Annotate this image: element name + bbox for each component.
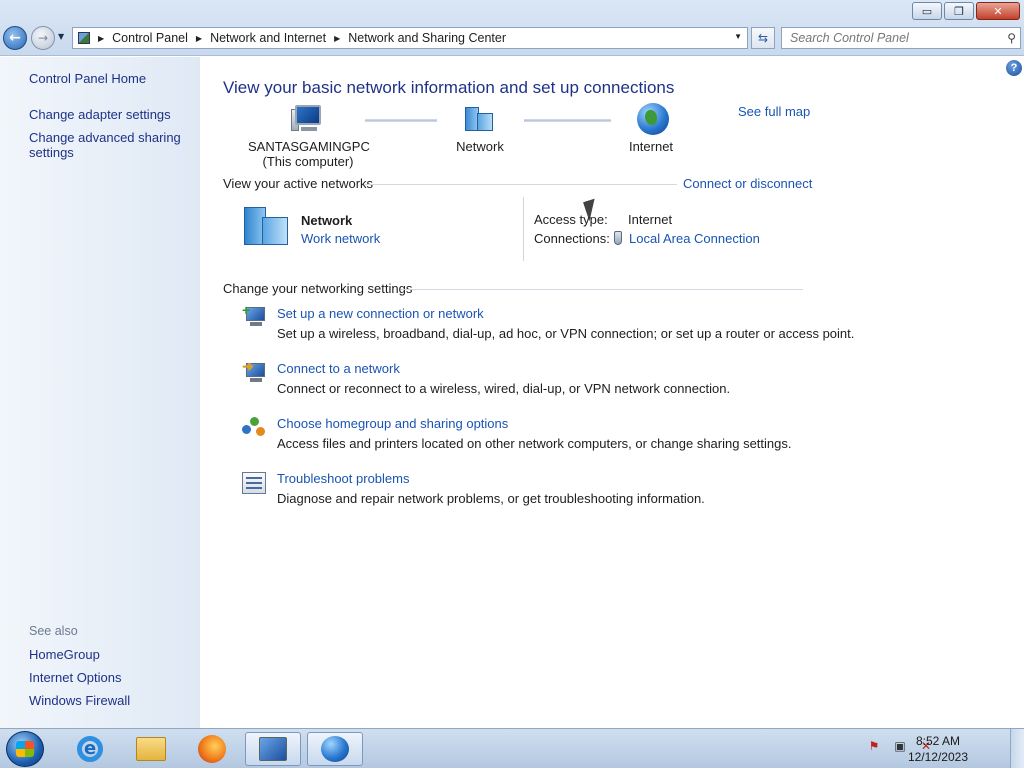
restore-button[interactable]: ❐: [944, 2, 974, 20]
help-icon[interactable]: ?: [1006, 60, 1022, 76]
window-chrome: ▭ ❐ ✕ ← → ▼ ▶ Control Panel ▶ Network and…: [0, 0, 1024, 56]
active-network-name: Network: [301, 213, 353, 228]
network-globe-icon: [321, 736, 349, 762]
taskbar-control-panel[interactable]: [245, 732, 301, 766]
sidebar: Control Panel Home Change adapter settin…: [0, 57, 200, 728]
sidebar-change-advanced-sharing[interactable]: Change advanced sharing settings: [29, 130, 189, 160]
search-input[interactable]: Search Control Panel ⚲: [781, 27, 1021, 49]
clock-date: 12/12/2023: [907, 750, 968, 764]
divider: [365, 184, 677, 185]
network-type-link[interactable]: Work network: [301, 231, 380, 246]
search-icon[interactable]: ⚲: [1007, 31, 1016, 45]
breadcrumb-root-arrow[interactable]: ▶: [96, 34, 112, 43]
address-bar[interactable]: ▶ Control Panel ▶ Network and Internet ▶ N…: [72, 27, 748, 49]
forward-button[interactable]: →: [31, 26, 55, 50]
connect-or-disconnect-link[interactable]: Connect or disconnect: [683, 176, 812, 191]
minimize-button[interactable]: ▭: [912, 2, 942, 20]
windows-logo-icon: [16, 741, 34, 757]
breadcrumb-network-and-internet[interactable]: Network and Internet: [210, 31, 326, 45]
internet-explorer-icon: [77, 736, 103, 762]
breadcrumb-network-sharing-center[interactable]: Network and Sharing Center: [348, 31, 506, 45]
taskbar-network-sharing-center[interactable]: [307, 732, 363, 766]
network-tray-icon[interactable]: ▣: [892, 739, 908, 755]
homegroup-options-desc: Access files and printers located on oth…: [277, 436, 792, 451]
show-desktop-button[interactable]: [1010, 729, 1024, 768]
address-dropdown-icon[interactable]: ▼: [734, 32, 742, 41]
divider: [523, 197, 524, 261]
homegroup-options-link[interactable]: Choose homegroup and sharing options: [277, 416, 508, 431]
connect-network-icon: ➜: [242, 359, 266, 383]
main-content: ? View your basic network information an…: [200, 57, 1024, 728]
ethernet-plug-icon: [614, 231, 622, 245]
connections-label: Connections:: [534, 231, 610, 246]
new-connection-icon: +: [242, 303, 266, 327]
control-panel-icon: [78, 32, 90, 44]
network-icon: [462, 105, 496, 133]
sidebar-change-adapter-settings[interactable]: Change adapter settings: [29, 107, 171, 122]
map-internet-label: Internet: [628, 139, 674, 154]
see-full-map-link[interactable]: See full map: [738, 104, 810, 119]
taskbar: ⚑ ▣ ✕ 8:52 AM 12/12/2023: [0, 728, 1024, 768]
recent-pages-dropdown[interactable]: ▼: [58, 32, 64, 41]
setup-connection-desc: Set up a wireless, broadband, dial-up, a…: [277, 326, 855, 341]
troubleshoot-desc: Diagnose and repair network problems, or…: [277, 491, 705, 506]
computer-name: SANTASGAMINGPC: [248, 139, 370, 154]
close-button[interactable]: ✕: [976, 2, 1020, 20]
firefox-icon: [198, 735, 226, 763]
map-connector: [524, 119, 611, 122]
local-area-connection-link[interactable]: Local Area Connection: [629, 231, 760, 246]
sidebar-control-panel-home[interactable]: Control Panel Home: [29, 71, 146, 86]
arrow-right-icon: →: [37, 31, 49, 45]
refresh-button[interactable]: ⇆: [751, 27, 775, 49]
connect-network-link[interactable]: Connect to a network: [277, 361, 400, 376]
globe-icon: [637, 103, 669, 135]
page-title: View your basic network information and …: [223, 78, 675, 97]
computer-icon: [291, 105, 323, 133]
access-type-value: Internet: [628, 212, 673, 227]
connect-network-desc: Connect or reconnect to a wireless, wire…: [277, 381, 731, 396]
setup-connection-link[interactable]: Set up a new connection or network: [277, 306, 484, 321]
control-panel-icon: [259, 737, 287, 761]
divider: [401, 289, 803, 290]
breadcrumb: Control Panel ▶ Network and Internet ▶ Net…: [112, 31, 506, 45]
troubleshoot-icon: [242, 472, 266, 494]
breadcrumb-control-panel[interactable]: Control Panel: [112, 31, 188, 45]
map-network-label: Network: [456, 139, 504, 154]
action-center-icon[interactable]: ⚑: [866, 739, 882, 755]
taskbar-internet-explorer[interactable]: [62, 732, 118, 766]
map-connector: [365, 119, 437, 122]
clock[interactable]: 8:52 AM 12/12/2023: [908, 733, 968, 765]
arrow-left-icon: ←: [9, 30, 21, 46]
window-buttons: ▭ ❐ ✕: [910, 2, 1020, 20]
clock-time: 8:52 AM: [915, 734, 960, 748]
sidebar-internet-options[interactable]: Internet Options: [29, 670, 122, 685]
see-also-heading: See also: [29, 624, 78, 638]
active-networks-heading: View your active networks: [223, 176, 374, 191]
homegroup-icon: [242, 417, 266, 439]
back-button[interactable]: ←: [3, 26, 27, 50]
taskbar-firefox[interactable]: [184, 732, 240, 766]
change-settings-heading: Change your networking settings: [223, 281, 413, 296]
taskbar-explorer[interactable]: [123, 732, 179, 766]
sidebar-homegroup[interactable]: HomeGroup: [29, 647, 100, 662]
sidebar-windows-firewall[interactable]: Windows Firewall: [29, 693, 130, 708]
troubleshoot-link[interactable]: Troubleshoot problems: [277, 471, 409, 486]
active-network-icon: [242, 207, 290, 247]
search-placeholder: Search Control Panel: [790, 31, 909, 45]
refresh-icon: ⇆: [757, 31, 769, 45]
start-button[interactable]: [6, 731, 44, 767]
folder-icon: [136, 737, 166, 761]
computer-sub: (This computer): [262, 154, 354, 169]
